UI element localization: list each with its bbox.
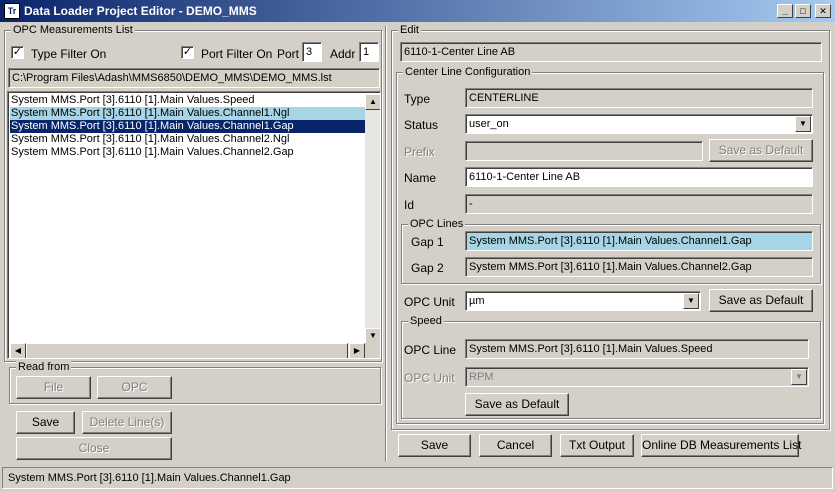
read-file-button[interactable]: File xyxy=(16,376,91,399)
title-bar: Tr Data Loader Project Editor - DEMO_MMS… xyxy=(0,0,835,22)
read-opc-button[interactable]: OPC xyxy=(97,376,172,399)
type-filter-checkbox[interactable]: ✓ xyxy=(11,46,24,59)
vertical-scrollbar[interactable]: ▲ ▼ xyxy=(365,94,380,344)
status-select[interactable]: user_on ▼ xyxy=(465,114,813,134)
port-filter-label: Port Filter On xyxy=(201,47,273,61)
type-filter-label: Type Filter On xyxy=(31,47,107,61)
port-input[interactable]: 3 xyxy=(302,42,322,62)
edit-title: Edit xyxy=(398,23,421,37)
app-icon: Tr xyxy=(4,3,20,19)
opc-measurements-title: OPC Measurements List xyxy=(11,23,135,37)
list-item[interactable]: System MMS.Port [3].6110 [1].Main Values… xyxy=(10,107,366,120)
speed-opc-unit-select[interactable]: RPM ▼ xyxy=(465,367,809,387)
speed-opc-line-label: OPC Line xyxy=(404,343,457,357)
close-list-button[interactable]: Close xyxy=(16,437,172,460)
type-field: CENTERLINE xyxy=(465,88,813,108)
list-item-selected[interactable]: System MMS.Port [3].6110 [1].Main Values… xyxy=(10,120,366,133)
horizontal-scrollbar[interactable]: ◀ ▶ xyxy=(10,343,365,358)
port-label: Port xyxy=(277,47,300,61)
scroll-right-icon[interactable]: ▶ xyxy=(349,343,365,358)
list-item[interactable]: System MMS.Port [3].6110 [1].Main Values… xyxy=(10,133,366,146)
prefix-save-default-button[interactable]: Save as Default xyxy=(709,139,813,162)
status-value: user_on xyxy=(469,118,509,130)
status-bar: System MMS.Port [3].6110 [1].Main Values… xyxy=(2,467,833,489)
list-file-path: C:\Program Files\Adash\MMS6850\DEMO_MMS\… xyxy=(8,68,380,88)
gap2-field[interactable]: System MMS.Port [3].6110 [1].Main Values… xyxy=(465,257,813,277)
speed-opc-line-field[interactable]: System MMS.Port [3].6110 [1].Main Values… xyxy=(465,339,809,359)
panel-divider xyxy=(385,26,387,462)
opc-unit-select[interactable]: µm ▼ xyxy=(465,291,701,311)
gap1-label: Gap 1 xyxy=(411,235,444,249)
opc-unit-dropdown-icon[interactable]: ▼ xyxy=(683,293,699,309)
name-label: Name xyxy=(404,171,437,185)
gap1-field[interactable]: System MMS.Port [3].6110 [1].Main Values… xyxy=(465,231,813,251)
addr-input[interactable]: 1 xyxy=(359,42,379,62)
edit-header-field: 6110-1-Center Line AB xyxy=(400,42,822,62)
opc-measurements-list[interactable]: System MMS.Port [3].6110 [1].Main Values… xyxy=(7,91,381,359)
save-list-button[interactable]: Save xyxy=(16,411,75,434)
id-field: - xyxy=(465,194,813,214)
horizontal-scroll-thumb[interactable] xyxy=(26,343,348,358)
scroll-up-icon[interactable]: ▲ xyxy=(365,94,380,110)
scroll-corner xyxy=(365,343,380,358)
opc-unit-label: OPC Unit xyxy=(404,295,455,309)
maximize-button[interactable]: □ xyxy=(795,4,811,18)
read-from-title: Read from xyxy=(16,360,72,374)
opc-unit-value: µm xyxy=(469,295,485,307)
status-label: Status xyxy=(404,118,439,132)
scroll-down-icon[interactable]: ▼ xyxy=(365,328,380,344)
list-item[interactable]: System MMS.Port [3].6110 [1].Main Values… xyxy=(10,146,366,159)
online-db-list-button[interactable]: Online DB Measurements List xyxy=(641,434,801,457)
txt-output-button[interactable]: Txt Output xyxy=(560,434,634,457)
speed-opc-unit-label: OPC Unit xyxy=(404,371,455,385)
scroll-left-icon[interactable]: ◀ xyxy=(10,343,26,358)
speed-save-default-button[interactable]: Save as Default xyxy=(465,393,569,416)
opc-unit-save-default-button[interactable]: Save as Default xyxy=(709,289,813,312)
close-window-button[interactable]: ✕ xyxy=(815,4,831,18)
gap2-label: Gap 2 xyxy=(411,261,444,275)
prefix-label: Prefix xyxy=(404,145,435,159)
list-item[interactable]: System MMS.Port [3].6110 [1].Main Values… xyxy=(10,94,366,107)
name-input[interactable]: 6110-1-Center Line AB xyxy=(465,167,813,187)
save-button[interactable]: Save xyxy=(398,434,471,457)
status-dropdown-icon[interactable]: ▼ xyxy=(795,116,811,132)
speed-title: Speed xyxy=(408,314,444,328)
addr-label: Addr xyxy=(330,47,356,61)
delete-lines-button[interactable]: Delete Line(s) xyxy=(82,411,172,434)
speed-opc-unit-value: RPM xyxy=(469,371,494,383)
window-title: Data Loader Project Editor - DEMO_MMS xyxy=(24,4,257,18)
cancel-button[interactable]: Cancel xyxy=(479,434,552,457)
id-label: Id xyxy=(404,198,415,212)
prefix-input[interactable] xyxy=(465,141,703,161)
type-label: Type xyxy=(404,92,431,106)
center-line-config-title: Center Line Configuration xyxy=(403,65,533,79)
opc-lines-title: OPC Lines xyxy=(408,217,466,231)
port-filter-checkbox[interactable]: ✓ xyxy=(181,46,194,59)
speed-unit-dropdown-icon[interactable]: ▼ xyxy=(791,369,807,385)
minimize-button[interactable]: _ xyxy=(777,4,793,18)
